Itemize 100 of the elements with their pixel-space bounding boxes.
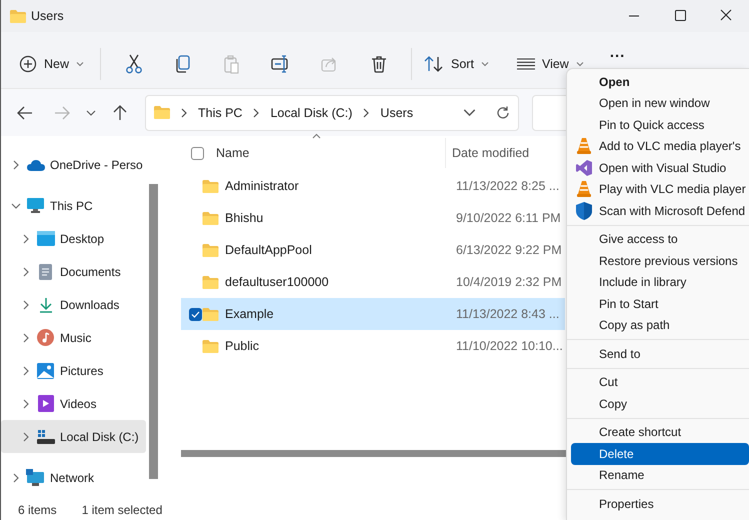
traffic-cone-icon	[577, 138, 591, 154]
chevron-icon[interactable]	[11, 200, 21, 210]
date-modified: 11/13/2022 8:43 ...	[456, 307, 560, 321]
chevron-icon[interactable]	[21, 432, 31, 442]
traffic-cone-icon	[577, 181, 591, 198]
menu-item[interactable]: Send to	[571, 343, 749, 364]
chevron-icon[interactable]	[21, 398, 31, 408]
sidebar-item[interactable]: OneDrive - Perso	[1, 148, 146, 181]
sidebar-item[interactable]: Desktop	[1, 222, 146, 255]
menu-item[interactable]: Properties	[571, 493, 749, 514]
sort-button[interactable]: Sort	[420, 54, 493, 74]
recent-locations-icon[interactable]	[86, 108, 96, 118]
drive-icon	[36, 430, 54, 444]
view-button[interactable]: View	[512, 54, 588, 74]
file-row[interactable]: Example 11/13/2022 8:43 ...	[181, 298, 565, 330]
folder-icon	[10, 10, 26, 22]
breadcrumb-separator-icon	[361, 108, 372, 118]
menu-item[interactable]: Open	[571, 71, 749, 92]
menu-item[interactable]: Pin to Start	[571, 293, 749, 314]
check-icon	[191, 310, 200, 318]
address-bar[interactable]: This PC Local Disk (C:) Users	[145, 94, 519, 130]
refresh-icon[interactable]	[496, 106, 510, 120]
menu-item[interactable]: Open with Visual Studio	[571, 157, 749, 178]
monitor-icon	[27, 198, 44, 213]
sort-icon	[424, 56, 444, 72]
network-icon	[26, 469, 45, 486]
sort-caret-icon	[312, 133, 321, 139]
menu-item[interactable]: Delete	[571, 443, 749, 464]
sidebar-item[interactable]: Network	[1, 461, 146, 494]
sidebar-item[interactable]: Pictures	[1, 354, 146, 387]
copy-icon	[174, 54, 191, 74]
file-row[interactable]: DefaultAppPool 6/13/2022 9:22 PM	[181, 234, 565, 266]
sidebar-item[interactable]: This PC	[1, 189, 146, 222]
folder-icon	[202, 212, 219, 224]
breadcrumb-separator-icon	[179, 108, 189, 118]
menu-item[interactable]: Copy	[571, 393, 749, 414]
row-checkbox[interactable]	[189, 308, 202, 320]
menu-item[interactable]: Create shortcut	[571, 422, 749, 443]
folder-icon	[154, 106, 170, 119]
menu-item[interactable]: Pin to Quick access	[571, 114, 749, 136]
select-all-checkbox[interactable]	[191, 146, 204, 160]
scrollbar-thumb[interactable]	[149, 184, 158, 479]
cut-icon	[124, 54, 143, 74]
date-modified: 11/10/2022 10:10...	[456, 339, 563, 353]
sidebar-item[interactable]: Local Disk (C:)	[1, 420, 146, 453]
file-row[interactable]: Administrator 11/13/2022 8:25 ...	[181, 170, 565, 202]
chevron-icon[interactable]	[21, 266, 31, 276]
file-name: Public	[225, 339, 260, 353]
sidebar-item[interactable]: Videos	[1, 387, 146, 420]
music-icon	[37, 329, 54, 346]
paste-icon	[224, 54, 240, 74]
more-button[interactable]: ...	[606, 46, 630, 60]
column-header[interactable]: Name	[216, 146, 445, 160]
chevron-icon[interactable]	[11, 160, 21, 170]
folder-icon	[202, 276, 219, 288]
file-name: Administrator	[225, 179, 300, 193]
chevron-icon[interactable]	[21, 300, 31, 310]
sidebar-item[interactable]: Documents	[1, 255, 146, 288]
chevron-icon[interactable]	[21, 234, 31, 244]
menu-item[interactable]: Open in new window	[571, 92, 749, 114]
menu-item[interactable]: Copy as path	[571, 314, 749, 336]
item-count: 6 items	[18, 503, 57, 517]
menu-item[interactable]: Scan with Microsoft Defend	[571, 200, 749, 222]
breadcrumb[interactable]: This PC	[198, 106, 242, 120]
pictures-icon	[37, 362, 54, 378]
infinity-icon	[576, 160, 592, 176]
file-name: Bhishu	[225, 211, 264, 225]
new-button[interactable]: New	[15, 54, 88, 74]
date-modified: 10/4/2019 2:32 PM	[456, 275, 562, 289]
chevron-icon[interactable]	[21, 366, 31, 376]
file-row[interactable]: Bhishu 9/10/2022 6:11 PM	[181, 202, 565, 234]
menu-item[interactable]: Play with VLC media player	[571, 178, 749, 200]
view-icon	[516, 58, 535, 70]
menu-item[interactable]: Rename	[571, 464, 749, 486]
file-name: defaultuser100000	[225, 275, 330, 289]
menu-item[interactable]: Restore previous versions	[571, 250, 749, 272]
date-modified: 6/13/2022 9:22 PM	[456, 243, 562, 257]
menu-item[interactable]: Give access to	[571, 228, 749, 250]
menu-item[interactable]: Cut	[571, 372, 749, 393]
cloud-icon	[26, 158, 44, 170]
file-name: Example	[225, 307, 275, 321]
document-icon	[39, 264, 52, 280]
desktop-icon	[36, 231, 54, 246]
file-row[interactable]: Public 11/10/2022 10:10...	[181, 330, 565, 362]
window-title: Users	[31, 9, 64, 23]
menu-item[interactable]: Include in library	[571, 272, 749, 293]
breadcrumb[interactable]: Users	[380, 106, 414, 120]
column-header[interactable]: Date modified	[452, 146, 530, 160]
chevron-icon[interactable]	[21, 332, 31, 342]
download-icon	[38, 296, 52, 312]
shield-icon	[576, 202, 592, 220]
back-arrow-icon[interactable]	[17, 106, 33, 120]
chevron-icon[interactable]	[11, 472, 21, 482]
folder-icon	[202, 244, 219, 256]
menu-item[interactable]: Add to VLC media player's	[571, 136, 749, 157]
file-row[interactable]: defaultuser100000 10/4/2019 2:32 PM	[181, 266, 565, 298]
sidebar-item[interactable]: Downloads	[1, 288, 146, 321]
up-arrow-icon[interactable]	[113, 104, 127, 120]
breadcrumb[interactable]: Local Disk (C:)	[270, 106, 352, 120]
sidebar-item[interactable]: Music	[1, 321, 146, 354]
